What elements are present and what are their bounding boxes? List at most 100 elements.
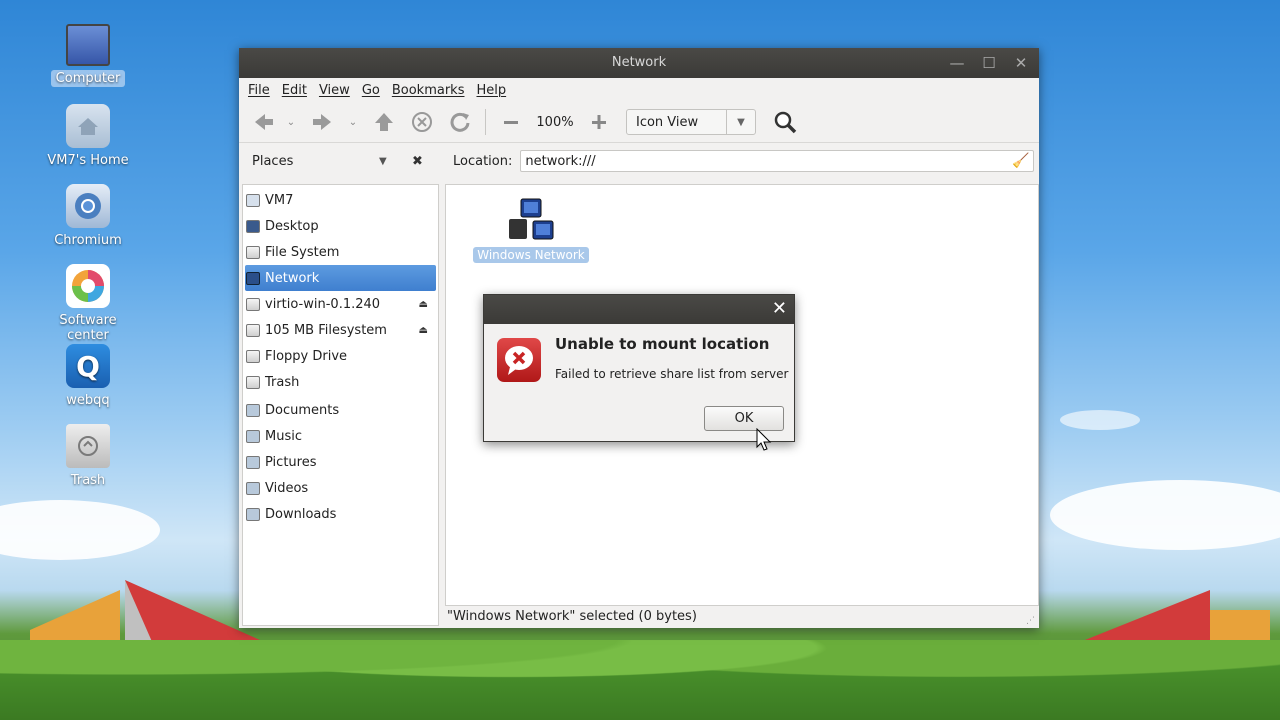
- sidebar-item-label: Desktop: [265, 218, 319, 234]
- menu-view[interactable]: View: [319, 83, 350, 98]
- sidebar-item-label: Floppy Drive: [265, 348, 348, 364]
- sidebar-item-label: Videos: [265, 480, 309, 496]
- menu-edit[interactable]: Edit: [282, 83, 307, 98]
- desktop-icon-software-center[interactable]: Software center: [38, 264, 138, 344]
- folder-icon: [246, 507, 260, 521]
- back-history-dropdown[interactable]: ⌄: [279, 107, 303, 137]
- desktop-icon-label: Software center: [59, 313, 117, 343]
- toolbar-separator: [485, 109, 486, 135]
- cloud: [0, 500, 160, 560]
- location-input[interactable]: network:/// 🧹: [520, 150, 1035, 172]
- menu-help[interactable]: Help: [476, 83, 506, 98]
- minimize-button[interactable]: —: [947, 53, 967, 73]
- dialog-message: Failed to retrieve share list from serve…: [555, 367, 789, 381]
- back-arrow-icon: [255, 114, 273, 130]
- folder-icon: [246, 429, 260, 443]
- sidebar-item-downloads[interactable]: Downloads: [243, 501, 438, 527]
- menu-bookmarks[interactable]: Bookmarks: [392, 83, 465, 98]
- stop-icon: [412, 112, 432, 132]
- home-icon: [246, 193, 260, 207]
- sidebar-item-desktop[interactable]: Desktop: [243, 213, 438, 239]
- sidebar-item-documents[interactable]: Documents: [243, 397, 438, 423]
- location-value: network:///: [525, 153, 596, 169]
- error-dialog: ✕ Unable to mount location Failed to ret…: [483, 294, 795, 442]
- zoom-out-button[interactable]: [492, 107, 530, 137]
- mouse-cursor-icon: [756, 428, 772, 451]
- trash-icon: [66, 424, 110, 468]
- search-button[interactable]: [766, 107, 804, 137]
- sidebar-item-label: Trash: [265, 374, 300, 390]
- resize-grip-icon[interactable]: ⋰: [1026, 616, 1035, 626]
- cloud: [1060, 410, 1140, 430]
- desktop-icon-trash[interactable]: Trash: [38, 424, 138, 489]
- eject-icon[interactable]: ⏏: [419, 325, 428, 336]
- forward-button[interactable]: [303, 107, 341, 137]
- reload-button[interactable]: [441, 107, 479, 137]
- view-mode-value: Icon View: [636, 114, 699, 130]
- folder-icon: [246, 403, 260, 417]
- maximize-button[interactable]: ☐: [979, 53, 999, 73]
- drive-icon: [246, 323, 260, 337]
- sidebar-item-pictures[interactable]: Pictures: [243, 449, 438, 475]
- sidebar-item-label: 105 MB Filesystem: [265, 322, 387, 338]
- desktop-icon-label: VM7's Home: [47, 153, 129, 168]
- clear-location-icon[interactable]: 🧹: [1012, 153, 1029, 169]
- desktop-icon-label: Chromium: [54, 233, 122, 248]
- places-sidebar: VM7 Desktop File System Network virtio-w…: [242, 184, 439, 626]
- menu-file[interactable]: File: [248, 83, 270, 98]
- sidebar-item-videos[interactable]: Videos: [243, 475, 438, 501]
- forward-history-dropdown[interactable]: ⌄: [341, 107, 365, 137]
- sidebar-item-label: Documents: [265, 402, 340, 418]
- computer-icon: [66, 24, 110, 66]
- sidebar-item-music[interactable]: Music: [243, 423, 438, 449]
- sidebar-item-virtio-win[interactable]: virtio-win-0.1.240 ⏏: [243, 291, 438, 317]
- trash-icon: [246, 375, 260, 389]
- desktop-icon-chromium[interactable]: Chromium: [38, 184, 138, 249]
- up-button[interactable]: [365, 107, 403, 137]
- dialog-close-button[interactable]: ✕: [772, 299, 787, 319]
- sidebar-item-trash[interactable]: Trash: [243, 369, 438, 395]
- desktop-icon-home[interactable]: VM7's Home: [38, 104, 138, 169]
- plus-icon: [592, 115, 606, 129]
- zoom-in-button[interactable]: [580, 107, 618, 137]
- error-icon: [497, 338, 541, 382]
- sidebar-item-105mb-filesystem[interactable]: 105 MB Filesystem ⏏: [243, 317, 438, 343]
- file-item-windows-network[interactable]: Windows Network: [472, 197, 590, 263]
- sidebar-item-label: File System: [265, 244, 340, 260]
- forward-arrow-icon: [313, 114, 331, 130]
- chromium-icon: [66, 184, 110, 228]
- sidebar-item-label: VM7: [265, 192, 294, 208]
- location-label: Location:: [453, 153, 513, 169]
- folder-icon: [246, 481, 260, 495]
- close-button[interactable]: ✕: [1011, 53, 1031, 73]
- software-center-icon: [66, 264, 110, 308]
- sidebar-item-vm7[interactable]: VM7: [243, 187, 438, 213]
- sidebar-item-label: Pictures: [265, 454, 317, 470]
- desktop-icon-webqq[interactable]: Q webqq: [38, 344, 138, 409]
- sidebar-item-file-system[interactable]: File System: [243, 239, 438, 265]
- zoom-level: 100%: [536, 114, 574, 130]
- chevron-down-icon: ▼: [726, 110, 755, 134]
- up-arrow-icon: [375, 113, 393, 131]
- places-dropdown-icon[interactable]: ▼: [379, 156, 387, 167]
- sidebar-item-network[interactable]: Network: [245, 265, 436, 291]
- reload-icon: [450, 112, 470, 132]
- desktop-icon: [246, 219, 260, 233]
- stop-button[interactable]: [403, 107, 441, 137]
- ok-button[interactable]: OK: [704, 406, 784, 431]
- desktop-icon-label: Trash: [70, 473, 106, 488]
- eject-icon[interactable]: ⏏: [419, 299, 428, 310]
- network-icon: [246, 271, 260, 285]
- sidebar-item-floppy-drive[interactable]: Floppy Drive: [243, 343, 438, 369]
- window-titlebar[interactable]: Network — ☐ ✕: [239, 48, 1039, 78]
- toolbar: ⌄ ⌄ 100% Icon View ▼: [239, 102, 1039, 143]
- close-sidebar-icon[interactable]: ✖: [412, 154, 423, 169]
- dialog-titlebar[interactable]: ✕: [484, 295, 794, 324]
- drive-icon: [246, 245, 260, 259]
- back-button[interactable]: [249, 107, 279, 137]
- menu-go[interactable]: Go: [362, 83, 380, 98]
- view-mode-select[interactable]: Icon View ▼: [626, 109, 756, 135]
- webqq-icon: Q: [66, 344, 110, 388]
- desktop-icon-computer[interactable]: Computer: [38, 24, 138, 87]
- sidebar-item-label: Music: [265, 428, 302, 444]
